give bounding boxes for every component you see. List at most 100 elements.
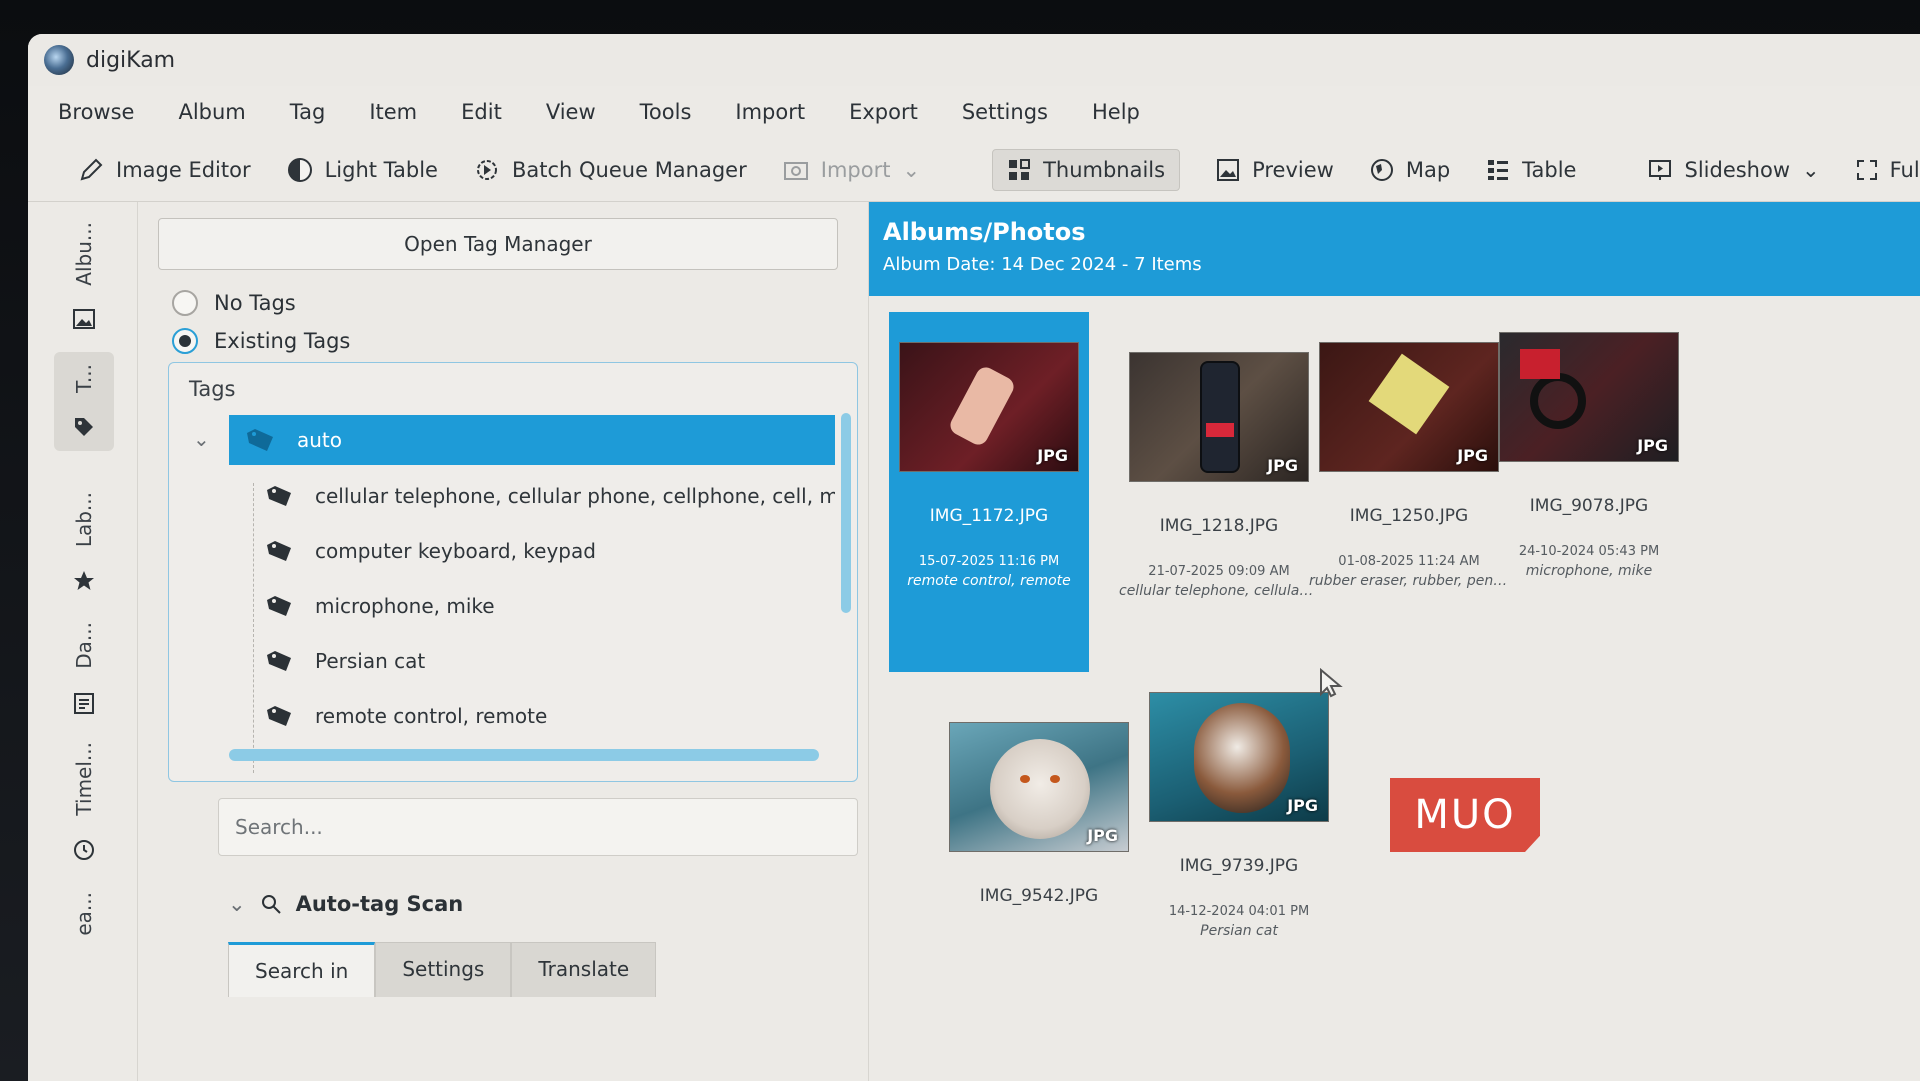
tree-horizontal-scrollbar[interactable] [229, 749, 819, 761]
no-tags-option[interactable]: No Tags [172, 290, 296, 316]
tag-icon [267, 541, 291, 561]
tab-translate[interactable]: Translate [511, 942, 657, 997]
menu-tools[interactable]: Tools [640, 100, 692, 124]
batch-queue-label: Batch Queue Manager [511, 157, 747, 182]
chevron-down-icon[interactable]: ⌄ [193, 427, 210, 451]
thumbnail-item[interactable]: JPG IMG_1218.JPG 21-07-2025 09:09 AM cel… [1119, 352, 1319, 599]
tree-column-header: Tags [189, 377, 236, 401]
menu-import[interactable]: Import [735, 100, 805, 124]
album-title: Albums/Photos [883, 218, 1086, 246]
preview-label: Preview [1252, 157, 1334, 182]
tag-panel: Open Tag Manager No Tags Existing Tags T… [138, 202, 868, 1081]
thumbnail-filename: IMG_1250.JPG [1349, 506, 1469, 526]
thumbnail-image: JPG [1129, 352, 1309, 482]
thumbnail-date: 24-10-2024 05:43 PM [1518, 544, 1660, 559]
thumbnails-label: Thumbnails [1043, 157, 1166, 182]
sidebar-tab-label: Timel... [72, 742, 96, 816]
clock-icon [74, 839, 94, 860]
chevron-down-icon[interactable]: ⌄ [228, 892, 246, 916]
tree-item-auto[interactable]: auto [229, 415, 835, 465]
album-header: Albums/Photos Album Date: 14 Dec 2024 - … [869, 202, 1920, 296]
thumbnail-tags: remote control, remote [907, 573, 1071, 589]
image-icon [1217, 158, 1240, 181]
thumbnail-date: 21-07-2025 09:09 AM [1148, 564, 1290, 579]
app-window: digiKam Browse Album Tag Item Edit View … [28, 34, 1920, 1081]
tag-search-input[interactable]: Search... [218, 798, 858, 856]
tree-item-label: microphone, mike [315, 594, 495, 618]
no-tags-radio[interactable] [172, 290, 198, 316]
full-screen-button[interactable]: Full Screen [1856, 158, 1920, 182]
tree-item-persian-cat[interactable]: Persian cat [169, 636, 835, 686]
search-icon [261, 895, 281, 914]
menu-tag[interactable]: Tag [290, 100, 326, 124]
tree-item-microphone[interactable]: microphone, mike [169, 581, 835, 631]
muo-watermark-logo: MUO [1390, 778, 1540, 852]
table-view-button[interactable]: Table [1486, 158, 1576, 182]
auto-tag-scan-header[interactable]: ⌄ Auto-tag Scan [228, 892, 463, 916]
tree-vertical-scrollbar[interactable] [841, 413, 851, 613]
full-screen-label: Full Screen [1889, 157, 1920, 182]
sidebar-tab-albums[interactable]: Albu... [54, 222, 114, 330]
album-subtitle: Album Date: 14 Dec 2024 - 7 Items [883, 254, 1202, 275]
existing-tags-radio[interactable] [172, 328, 198, 354]
image-editor-button[interactable]: Image Editor [78, 157, 251, 183]
thumbnail-item[interactable]: JPG IMG_9739.JPG 14-12-2024 04:01 PM Per… [1139, 692, 1339, 939]
import-button[interactable]: Import ⌄ [783, 158, 920, 182]
menu-album[interactable]: Album [178, 100, 245, 124]
thumbnail-tags: microphone, mike [1525, 563, 1653, 579]
batch-queue-manager-button[interactable]: Batch Queue Manager [474, 157, 747, 183]
album-view: Albums/Photos Album Date: 14 Dec 2024 - … [868, 202, 1920, 1081]
title-bar: digiKam [28, 34, 1920, 86]
sidebar-tab-timeline[interactable]: Timel... [54, 742, 114, 862]
thumbnail-item[interactable]: JPG IMG_9542.JPG [939, 722, 1139, 934]
map-view-button[interactable]: Map [1370, 158, 1450, 182]
tree-item-remote-control[interactable]: remote control, remote [169, 691, 835, 741]
sidebar-tab-label: Albu... [72, 222, 96, 286]
table-label: Table [1522, 157, 1577, 182]
jpg-badge: JPG [1637, 436, 1668, 455]
jpg-badge: JPG [1267, 456, 1298, 475]
tab-search-in[interactable]: Search in [228, 942, 376, 997]
thumbnail-item[interactable]: JPG IMG_9078.JPG 24-10-2024 05:43 PM mic… [1489, 332, 1689, 579]
thumbnail-filename: IMG_9542.JPG [979, 886, 1099, 906]
digikam-logo-icon [44, 45, 74, 75]
thumbnail-item[interactable]: JPG IMG_1250.JPG 01-08-2025 11:24 AM rub… [1309, 342, 1509, 589]
thumbnail-tags: rubber eraser, rubber, pencil e... [1309, 573, 1509, 589]
open-tag-manager-button[interactable]: Open Tag Manager [158, 218, 838, 270]
menu-browse[interactable]: Browse [58, 100, 134, 124]
chevron-down-icon[interactable]: ⌄ [1802, 158, 1820, 182]
menu-settings[interactable]: Settings [962, 100, 1048, 124]
tab-settings[interactable]: Settings [375, 942, 512, 997]
tree-item-cellular-telephone[interactable]: cellular telephone, cellular phone, cell… [169, 471, 835, 521]
sidebar-tab-search[interactable]: ea... [54, 892, 114, 936]
calendar-icon [74, 692, 94, 714]
menu-item[interactable]: Item [369, 100, 417, 124]
tree-item-label: cellular telephone, cellular phone, cell… [315, 484, 835, 508]
thumbnails-view-button[interactable]: Thumbnails [992, 148, 1181, 191]
menu-help[interactable]: Help [1092, 100, 1140, 124]
menu-edit[interactable]: Edit [461, 100, 502, 124]
thumbnail-date: 15-07-2025 11:16 PM [918, 554, 1060, 569]
tag-icon [75, 417, 93, 436]
jpg-badge: JPG [1087, 826, 1118, 845]
thumbnail-image: JPG [1149, 692, 1329, 822]
workspace: Albu... T... Lab... Da... Timel... ea... [28, 202, 1920, 1081]
thumbnail-image: JPG [949, 722, 1129, 852]
sidebar-tab-labels[interactable]: Lab... [54, 492, 114, 593]
camera-icon [783, 161, 808, 180]
thumbnail-filename: IMG_9078.JPG [1529, 496, 1649, 516]
slideshow-button[interactable]: Slideshow ⌄ [1648, 158, 1820, 182]
left-sidebar: Albu... T... Lab... Da... Timel... ea... [28, 202, 138, 1081]
chevron-down-icon[interactable]: ⌄ [902, 158, 920, 182]
tree-item-computer-keyboard[interactable]: computer keyboard, keypad [169, 526, 835, 576]
menu-export[interactable]: Export [849, 100, 918, 124]
globe-icon [1370, 158, 1393, 181]
light-table-button[interactable]: Light Table [287, 157, 438, 183]
thumbnail-item[interactable]: JPG IMG_1172.JPG 15-07-2025 11:16 PM rem… [889, 312, 1089, 672]
menu-view[interactable]: View [546, 100, 596, 124]
import-label: Import [820, 157, 891, 182]
preview-view-button[interactable]: Preview [1216, 158, 1334, 182]
existing-tags-option[interactable]: Existing Tags [172, 328, 350, 354]
sidebar-tab-tags[interactable]: T... [54, 352, 114, 451]
sidebar-tab-dates[interactable]: Da... [54, 622, 114, 715]
